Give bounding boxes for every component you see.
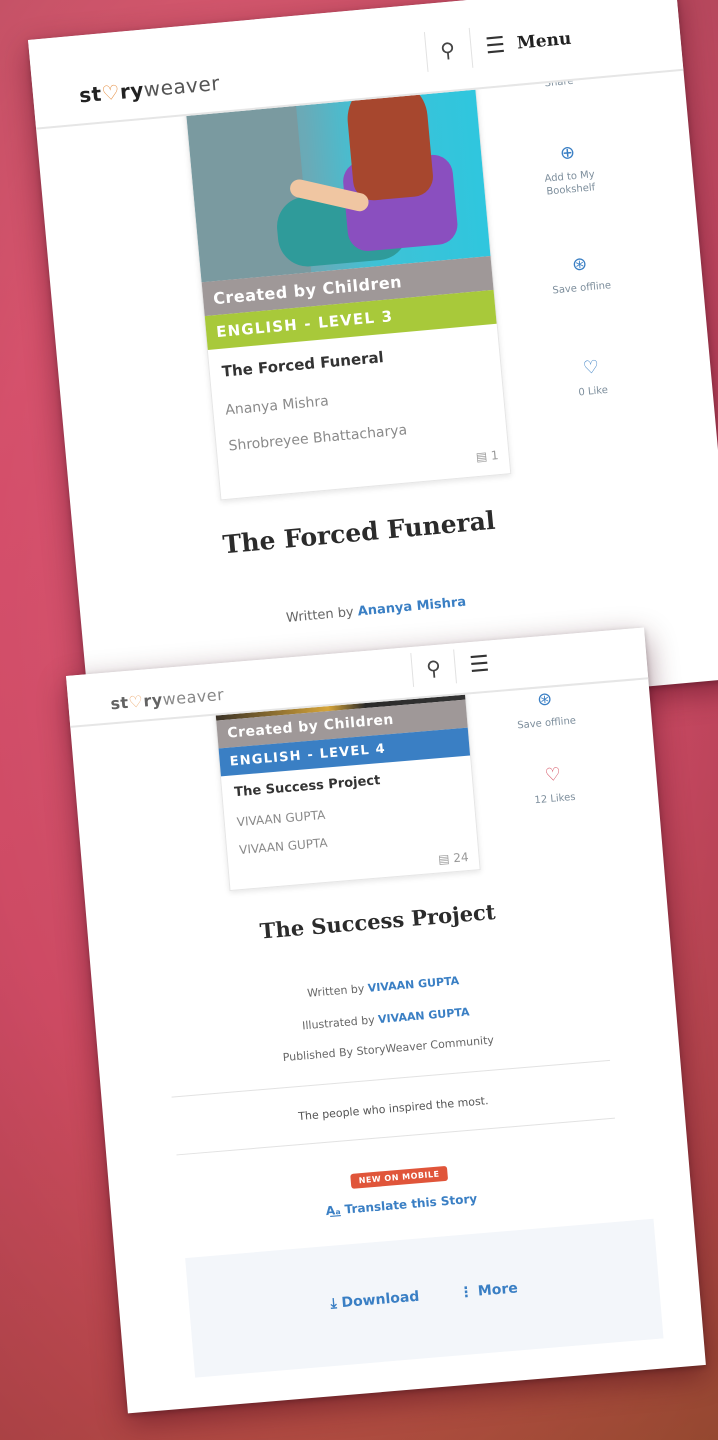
story-summary: The people who inspired the most. xyxy=(297,1094,489,1124)
likes-count: 0 Like xyxy=(578,385,609,399)
search-icon: ⚲ xyxy=(425,655,442,681)
search-button[interactable]: ⚲ xyxy=(423,28,471,72)
storyweaver-logo[interactable]: st♡ryweaver xyxy=(78,71,221,108)
menu-label: Menu xyxy=(516,28,573,54)
screenshot-2: st♡ryweaver ⚲ ☰ Created by Children ENGL… xyxy=(66,627,706,1414)
new-on-mobile-badge: NEW ON MOBILE xyxy=(350,1165,449,1189)
more-button[interactable]: ⋮ More xyxy=(458,1280,518,1301)
storyweaver-logo[interactable]: st♡ryweaver xyxy=(110,685,225,713)
menu-button[interactable]: ☰ xyxy=(453,639,576,684)
search-icon: ⚲ xyxy=(439,37,457,63)
search-button[interactable]: ⚲ xyxy=(410,649,456,687)
author-link[interactable]: VIVAAN GUPTA xyxy=(367,974,459,995)
save-offline-button[interactable]: ⊛ Save offline xyxy=(499,684,592,734)
like-button[interactable]: ♡ 12 Likes xyxy=(507,760,600,810)
likes-count: 12 Likes xyxy=(534,792,576,807)
like-button[interactable]: ♡ 0 Like xyxy=(545,352,638,402)
card-author[interactable]: VIVAAN GUPTA xyxy=(236,808,326,829)
author-link[interactable]: Ananya Mishra xyxy=(357,595,467,620)
published-by: Published By StoryWeaver Community xyxy=(282,1033,495,1065)
more-icon: ⋮ xyxy=(458,1283,479,1302)
read-count: ▤ 24 xyxy=(437,849,470,867)
book-title: The Success Project xyxy=(258,898,497,944)
pages-icon: ▤ xyxy=(437,851,454,867)
card-author[interactable]: Ananya Mishra xyxy=(225,393,330,418)
book-card[interactable]: Created by Children ENGLISH - LEVEL 3 Th… xyxy=(182,59,512,501)
save-offline-label: Save offline xyxy=(516,715,577,732)
read-count: ▤ 1 xyxy=(475,448,500,465)
screenshot-1: st♡ryweaver ⚲ ☰ Menu Created by Children… xyxy=(28,0,718,738)
add-to-bookshelf-button[interactable]: ⊕ Add to My Bookshelf xyxy=(522,138,617,201)
illustrator-link[interactable]: VIVAAN GUPTA xyxy=(378,1005,470,1026)
action-bar: ⤓ Download ⋮ More xyxy=(185,1218,664,1378)
book-title: The Forced Funeral xyxy=(221,505,497,560)
card-title: The Success Project xyxy=(233,773,381,801)
menu-button[interactable]: ☰ Menu xyxy=(468,17,592,68)
download-button[interactable]: ⤓ Download xyxy=(330,1289,420,1312)
card-illustrator[interactable]: VIVAAN GUPTA xyxy=(239,836,329,857)
hamburger-icon: ☰ xyxy=(468,651,491,678)
plus-circle-icon: ⊕ xyxy=(559,141,576,165)
translate-icon: A͟ₐ xyxy=(325,1202,346,1219)
save-offline-label: Save offline xyxy=(552,280,612,297)
hamburger-icon: ☰ xyxy=(484,32,507,60)
save-offline-icon: ⊛ xyxy=(571,253,589,276)
card-illustrator[interactable]: Shrobreyee Bhattacharya xyxy=(228,422,408,454)
save-offline-button[interactable]: ⊛ Save offline xyxy=(534,249,627,299)
heart-icon: ♡ xyxy=(582,356,601,380)
card-title: The Forced Funeral xyxy=(221,348,385,381)
add-to-bookshelf-label: Add to My Bookshelf xyxy=(544,169,596,199)
pages-icon: ▤ xyxy=(475,448,492,465)
heart-icon: ♡ xyxy=(544,763,562,787)
